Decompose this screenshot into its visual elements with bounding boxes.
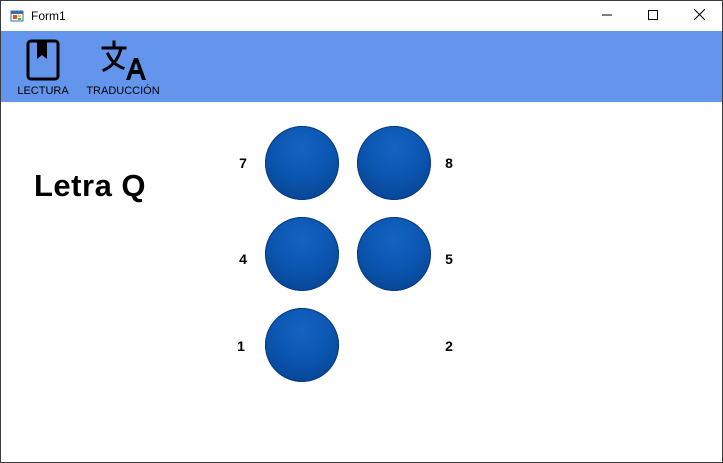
lectura-button[interactable]: LECTURA xyxy=(13,31,73,102)
braille-dot-8[interactable] xyxy=(357,126,431,200)
app-window: Form1 LECTURA TRADUCCIÓN Letra Q 7 8 4 5… xyxy=(0,0,723,463)
letter-title: Letra Q xyxy=(34,168,147,203)
dot-number-4: 4 xyxy=(239,251,247,267)
title-bar[interactable]: Form1 xyxy=(1,1,722,31)
lectura-label: LECTURA xyxy=(17,85,69,97)
braille-dot-7[interactable] xyxy=(265,126,339,200)
window-title: Form1 xyxy=(31,9,66,23)
dot-number-1: 1 xyxy=(237,338,245,354)
maximize-icon xyxy=(648,7,658,25)
dot-number-5: 5 xyxy=(445,251,453,267)
dot-number-2: 2 xyxy=(445,338,453,354)
close-icon xyxy=(693,7,705,25)
minimize-icon xyxy=(602,7,612,25)
maximize-button[interactable] xyxy=(630,1,676,31)
bookmark-book-icon xyxy=(19,38,67,82)
minimize-button[interactable] xyxy=(584,1,630,31)
braille-dot-4[interactable] xyxy=(265,217,339,291)
translate-icon xyxy=(99,38,147,82)
braille-dot-5[interactable] xyxy=(357,217,431,291)
braille-dot-1[interactable] xyxy=(265,308,339,382)
traduccion-label: TRADUCCIÓN xyxy=(86,85,160,97)
traduccion-button[interactable]: TRADUCCIÓN xyxy=(83,31,163,102)
toolbar: LECTURA TRADUCCIÓN xyxy=(1,31,722,102)
dot-number-8: 8 xyxy=(445,155,453,171)
dot-number-7: 7 xyxy=(239,155,247,171)
close-button[interactable] xyxy=(676,1,722,31)
app-icon xyxy=(10,9,24,23)
